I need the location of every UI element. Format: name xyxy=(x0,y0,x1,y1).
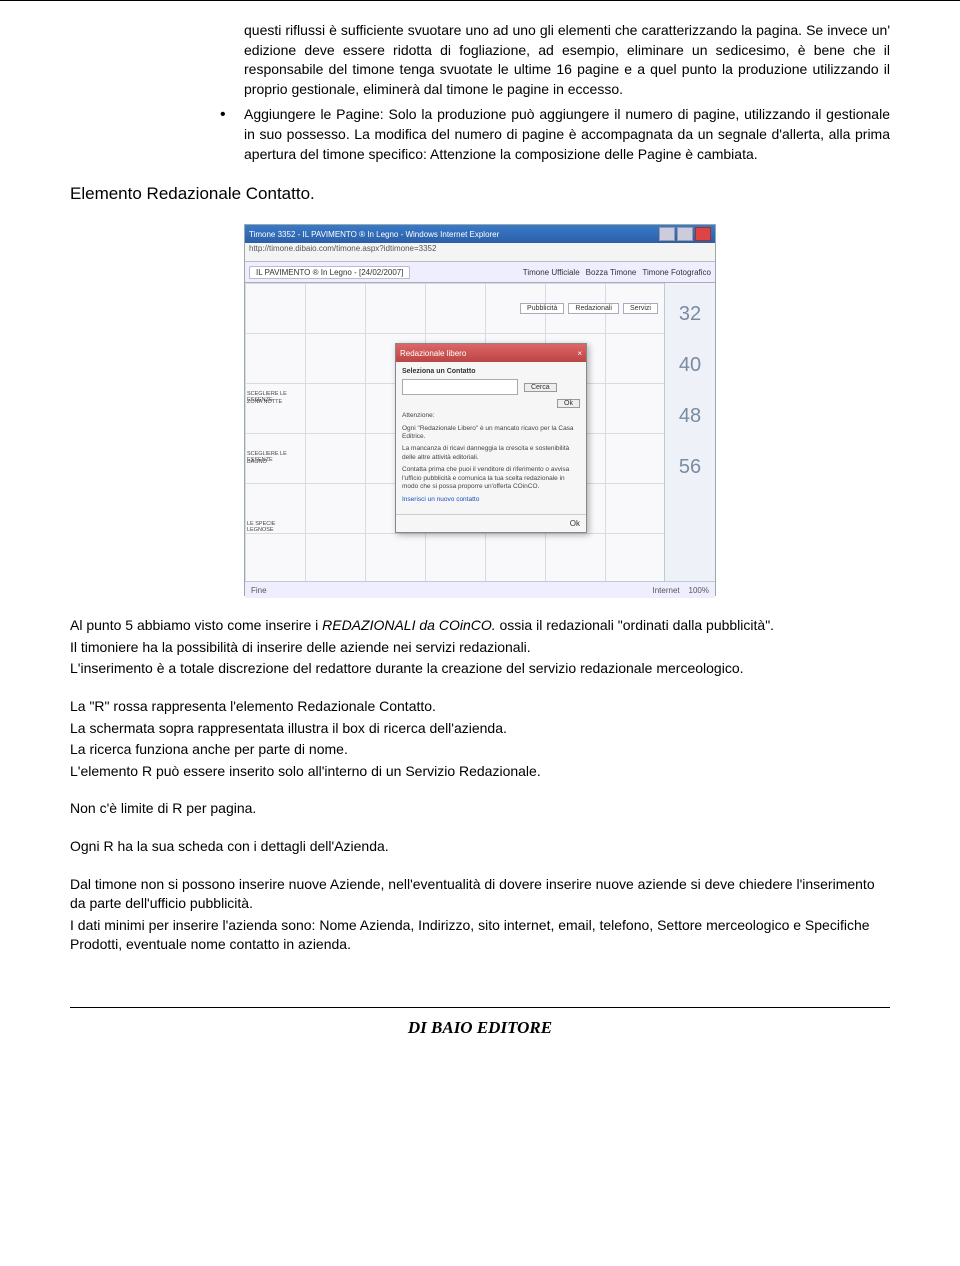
window-title: Timone 3352 - IL PAVIMENTO ® In Legno - … xyxy=(249,230,499,239)
dialog-title: Redazionale libero xyxy=(400,349,466,358)
grid-label: BAGNO xyxy=(247,459,297,465)
section-heading: Elemento Redazionale Contatto. xyxy=(70,184,890,204)
side-page-numbers: 32 40 48 56 xyxy=(664,283,715,581)
grid-label: LE SPECIE LEGNOSE xyxy=(247,521,297,533)
body-paragraph: L'inserimento è a totale discrezione del… xyxy=(70,659,890,679)
dialog-attenzione: Attenzione: xyxy=(402,412,435,419)
body-paragraph: I dati minimi per inserire l'azienda son… xyxy=(70,916,890,955)
status-zoom: 100% xyxy=(689,586,709,595)
dialog-label-seleziona: Seleziona un Contatto xyxy=(402,368,476,375)
body-paragraph: Dal timone non si possono inserire nuove… xyxy=(70,875,890,914)
status-bar: Fine Internet 100% xyxy=(245,581,715,598)
body-paragraph: Al punto 5 abbiamo visto come inserire i… xyxy=(70,616,890,636)
dialog-warning-2: La mancanza di ricavi danneggia la cresc… xyxy=(402,445,580,462)
embedded-screenshot: Timone 3352 - IL PAVIMENTO ® In Legno - … xyxy=(244,224,716,596)
bullet-mark: • xyxy=(220,105,244,164)
body-paragraph: L'elemento R può essere inserito solo al… xyxy=(70,762,890,782)
window-titlebar: Timone 3352 - IL PAVIMENTO ® In Legno - … xyxy=(245,225,715,243)
dialog-warning-1: Ogni "Redazionale Libero" è un mancato r… xyxy=(402,425,580,442)
page-grid: Pubblicità Redazionali Servizi SCEGLIERE… xyxy=(245,283,664,581)
maximize-icon[interactable] xyxy=(677,227,693,241)
body-paragraph: La schermata sopra rappresentata illustr… xyxy=(70,719,890,739)
search-button[interactable]: Cerca xyxy=(524,383,557,392)
btn-pubblicita[interactable]: Pubblicità xyxy=(520,303,564,314)
document-tab[interactable]: IL PAVIMENTO ® In Legno - [24/02/2007] xyxy=(249,266,410,279)
address-bar[interactable]: http://timone.dibaio.com/timone.aspx?idt… xyxy=(245,243,715,262)
ok-button[interactable]: Ok xyxy=(557,399,580,408)
close-icon[interactable] xyxy=(695,227,711,241)
status-left: Fine xyxy=(251,586,267,595)
bullet-mark xyxy=(220,21,244,99)
top-tab-foto[interactable]: Timone Fotografico xyxy=(642,268,711,277)
grid-label: ZONA NOTTE xyxy=(247,399,297,405)
tab-bar: IL PAVIMENTO ® In Legno - [24/02/2007] T… xyxy=(245,262,715,283)
page-footer: DI BAIO EDITORE xyxy=(0,1008,960,1048)
body-paragraph: Ogni R ha la sua scheda con i dettagli d… xyxy=(70,837,890,857)
status-net: Internet xyxy=(653,586,680,595)
page-number: 48 xyxy=(679,405,701,428)
minimize-icon[interactable] xyxy=(659,227,675,241)
bullet-text-1: questi riflussi è sufficiente svuotare u… xyxy=(244,21,890,99)
search-input[interactable] xyxy=(402,379,518,395)
body-paragraph: La ricerca funziona anche per parte di n… xyxy=(70,740,890,760)
body-paragraph: Non c'è limite di R per pagina. xyxy=(70,799,890,819)
dialog-close-icon[interactable]: × xyxy=(577,349,582,358)
bullet-text-2: Aggiungere le Pagine: Solo la produzione… xyxy=(244,105,890,164)
body-paragraph: Il timoniere ha la possibilità di inseri… xyxy=(70,638,890,658)
top-tab-bozza[interactable]: Bozza Timone xyxy=(586,268,637,277)
body-paragraph: La "R" rossa rappresenta l'elemento Reda… xyxy=(70,697,890,717)
page-number: 56 xyxy=(679,456,701,479)
ok-button-2[interactable]: Ok xyxy=(570,519,580,528)
btn-servizi[interactable]: Servizi xyxy=(623,303,658,314)
page-number: 32 xyxy=(679,303,701,326)
btn-redazionali[interactable]: Redazionali xyxy=(568,303,619,314)
dialog-warning-3: Contatta prima che puoi il venditore di … xyxy=(402,466,580,491)
top-tab-ufficiale[interactable]: Timone Ufficiale xyxy=(523,268,580,277)
page-number: 40 xyxy=(679,354,701,377)
new-contact-link[interactable]: Inserisci un nuovo contatto xyxy=(402,496,580,504)
search-dialog: Redazionale libero × Seleziona un Contat… xyxy=(395,343,587,533)
